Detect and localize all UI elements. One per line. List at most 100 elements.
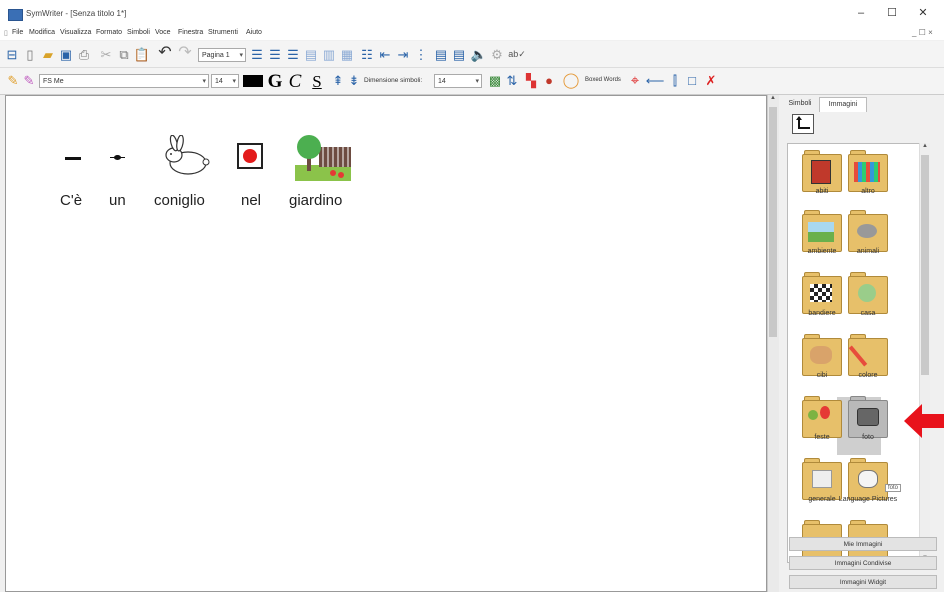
scroll-up-icon[interactable]: ▲ [770,95,776,101]
skin-tone-icon[interactable]: ● [542,73,556,87]
outdent-icon[interactable]: ⇤ [378,47,392,61]
folder-generale[interactable] [802,458,842,500]
underline-button[interactable]: S [309,71,325,91]
document-area[interactable]: C'è un coniglio nel giardino [5,95,767,592]
menu-visualizza[interactable]: Visualizza [60,29,91,36]
folder-label: foto [862,434,874,441]
menu-voce[interactable]: Voce [155,29,171,36]
symbol-below-icon[interactable]: ⇟ [347,73,361,87]
maximize-button[interactable]: ☐ [879,4,905,22]
chevron-down-icon: ▾ [239,52,243,59]
print-icon[interactable]: ⎙ [77,47,91,61]
scrollbar-thumb[interactable] [921,155,929,375]
undo-icon[interactable]: ↶ [157,45,173,61]
color-symbols-icon[interactable]: ▚ [524,73,538,87]
list-icon[interactable]: ☷ [360,47,374,61]
pin-icon[interactable]: ⫿ [668,73,682,87]
open-folder-icon[interactable]: ▰ [41,47,55,61]
menu-finestra[interactable]: Finestra [178,29,203,36]
italic-button[interactable]: C [287,71,303,91]
shared-images-button[interactable]: Immagini Condivise [789,556,937,570]
swap-icon[interactable]: ⇅ [505,73,519,87]
new-document-icon[interactable]: ▯ [23,47,37,61]
position-icon[interactable]: ⌖ [627,72,643,88]
symbol-left-icon[interactable]: ▤ [434,47,448,61]
garden-symbol [295,135,351,181]
speaker-icon[interactable]: 🔈 [471,47,487,61]
indent-icon[interactable]: ⇥ [396,47,410,61]
settings-icon[interactable]: ⚙ [490,47,504,61]
layout-icon[interactable]: ⊟ [5,47,19,61]
oval-icon[interactable]: ◯ [563,72,580,88]
clear-format-icon[interactable]: ✗ [704,73,718,87]
folder-casa[interactable] [848,272,888,314]
folder-label: animali [856,248,880,255]
copy-icon[interactable]: ⧉ [117,47,131,61]
document-scrollbar[interactable]: ▲ [767,95,779,592]
boxed-words-button[interactable]: Boxed Words [585,77,621,83]
balloon-icon [820,406,830,419]
scroll-up-icon[interactable]: ▲ [922,143,928,149]
menu-strumenti[interactable]: Strumenti [208,29,238,36]
align-top-icon[interactable]: ▦ [340,47,354,61]
spellcheck-icon[interactable]: ab✓ [508,47,526,61]
folder-label: casa [860,310,876,317]
folder-list[interactable]: abiti altro ambiente animali bandiere ca… [787,143,921,563]
cut-icon[interactable]: ✂ [99,47,113,61]
picture-icon[interactable]: ▩ [488,73,502,87]
in-symbol [237,143,263,169]
panel-scrollbar[interactable]: ▲ ▼ [919,143,930,561]
folder-up-button[interactable] [792,114,814,134]
menu-aiuto[interactable]: Aiuto [246,29,262,36]
scrollbar-thumb[interactable] [769,107,777,337]
font-name-select[interactable]: FS Me ▾ [39,74,209,88]
symbol-word: giardino [289,192,343,209]
tab-immagini[interactable]: Immagini [819,97,867,112]
folder-feste[interactable] [802,396,842,438]
widgit-images-button[interactable]: Immagini Widgit [789,575,937,589]
highlighter-icon[interactable]: ✎ [22,73,36,87]
folder-foto[interactable] [848,396,888,438]
rabbit-symbol [165,135,210,175]
my-images-button[interactable]: Mie Immagini [789,537,937,551]
align-center-icon[interactable]: ☰ [268,47,282,61]
folder-ambiente[interactable] [802,210,842,252]
redo-icon[interactable]: ↷ [177,45,193,61]
menu-simboli[interactable]: Simboli [127,29,150,36]
menu-file[interactable]: File [12,29,23,36]
symbol-right-icon[interactable]: ▤ [452,47,466,61]
font-size-select[interactable]: 14 ▾ [211,74,239,88]
symbol-word: nel [241,192,262,209]
folder-animali[interactable] [848,210,888,252]
mdi-controls[interactable]: _ ☐ × [912,28,933,37]
symbol-above-icon[interactable]: ⇞ [331,73,345,87]
symbol-size-select[interactable]: 14 ▾ [434,74,482,88]
align-right-icon[interactable]: ☰ [286,47,300,61]
folder-colore[interactable] [848,334,888,376]
folder-language-pictures[interactable] [848,458,888,500]
page-selector[interactable]: Pagina 1 ▾ [198,48,246,62]
folder-bandiere[interactable] [802,272,842,314]
save-icon[interactable]: ▣ [59,47,73,61]
app-icon [8,9,23,21]
align-left-icon[interactable]: ☰ [250,47,264,61]
grid-icon[interactable]: ⋮ [414,47,428,61]
main-toolbar: ⊟ ▯ ▰ ▣ ⎙ ✂ ⧉ 📋 ↶ ↷ Pagina 1 ▾ ☰ ☰ ☰ ▤ ▥… [0,41,944,68]
folder-abiti[interactable] [802,150,842,192]
box-icon[interactable]: □ [685,73,699,87]
pencil-icon[interactable]: ✎ [6,73,20,87]
tab-simboli[interactable]: Simboli [785,97,815,111]
arrow-left-icon[interactable]: ⟵ [646,73,665,87]
menu-modifica[interactable]: Modifica [29,29,55,36]
text-color-icon[interactable] [243,75,263,87]
paste-icon[interactable]: 📋 [134,47,150,61]
justify-icon[interactable]: ▤ [304,47,318,61]
font-size-value: 14 [215,78,223,85]
menu-formato[interactable]: Formato [96,29,122,36]
folder-altro[interactable] [848,150,888,192]
bold-button[interactable]: G [267,71,283,91]
minimize-button[interactable]: – [848,4,874,22]
close-button[interactable]: ✕ [910,4,936,22]
align-bottom-icon[interactable]: ▥ [322,47,336,61]
folder-cibi[interactable] [802,334,842,376]
